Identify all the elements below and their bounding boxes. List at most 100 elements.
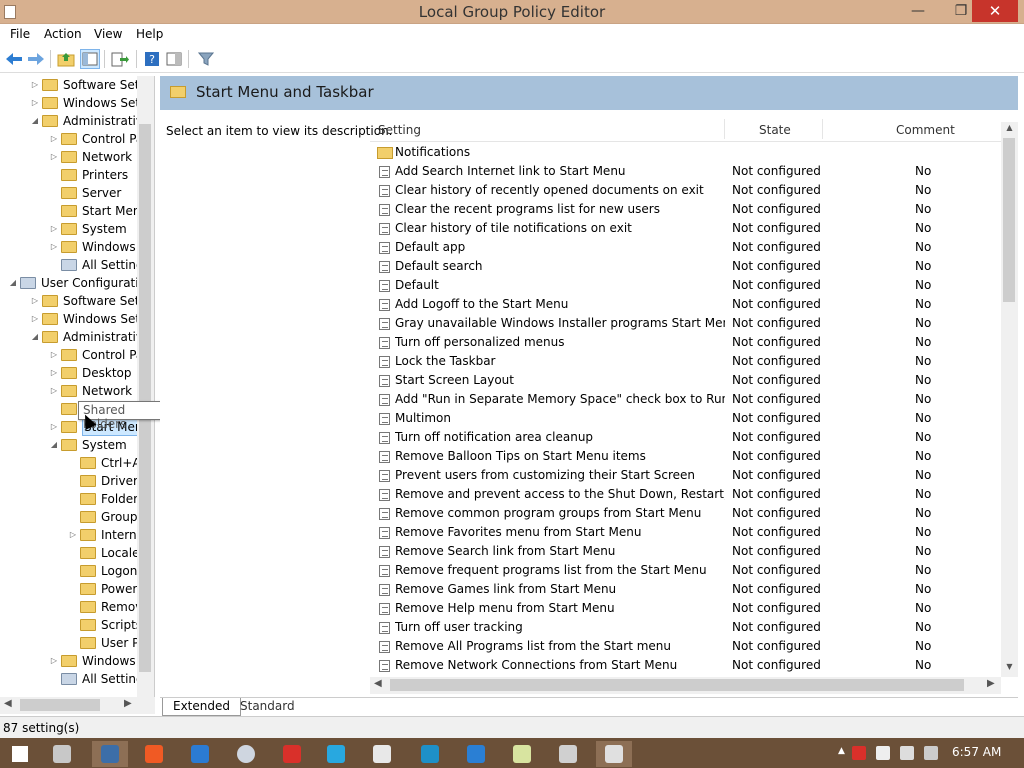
tree-item[interactable]: Start Menu	[0, 202, 148, 220]
folder-row[interactable]: Notifications	[370, 143, 1000, 162]
tray-volume-icon[interactable]	[924, 746, 938, 760]
tree-item[interactable]: User Pr	[0, 634, 144, 652]
show-hide-tree-icon[interactable]	[80, 49, 100, 69]
globe-app-icon[interactable]	[228, 741, 264, 767]
setting-row[interactable]: Turn off user tracking Not configured No	[370, 618, 1000, 637]
tree-item[interactable]: ▷ Windows	[0, 238, 137, 256]
close-button[interactable]: ✕	[972, 0, 1018, 22]
setting-row[interactable]: Remove Balloon Tips on Start Menu items N…	[370, 447, 1000, 466]
up-folder-icon[interactable]	[56, 49, 76, 69]
tree-item[interactable]: Driver	[0, 472, 138, 490]
setting-row[interactable]: Remove and prevent access to the Shut Do…	[370, 485, 1000, 504]
collapsed-arrow-icon[interactable]: ▷	[68, 526, 78, 544]
expanded-arrow-icon[interactable]: ◢	[49, 436, 59, 454]
tree-item[interactable]: ◢ Administrative	[0, 112, 150, 130]
column-comment[interactable]: Comment	[896, 123, 955, 137]
menu-action[interactable]: Action	[44, 27, 82, 41]
setting-row[interactable]: Multimon Not configured No	[370, 409, 1000, 428]
window-app-icon[interactable]	[550, 741, 586, 767]
tree-item[interactable]: ◢ Administrative	[0, 328, 150, 346]
tree-item[interactable]: ▷ Control Pa	[0, 130, 143, 148]
setting-row[interactable]: Start Screen Layout Not configured No	[370, 371, 1000, 390]
navigation-tree[interactable]: ▷ Software Setti ▷ Windows Sett ◢ Administrat…	[0, 76, 155, 698]
brave-browser-icon[interactable]	[136, 741, 172, 767]
tray-network-icon[interactable]	[900, 746, 914, 760]
setting-row[interactable]: Default search Not configured No	[370, 257, 1000, 276]
setting-row[interactable]: Remove Games link from Start Menu Not con…	[370, 580, 1000, 599]
expanded-arrow-icon[interactable]: ◢	[8, 274, 18, 292]
menu-file[interactable]: File	[10, 27, 30, 41]
menu-view[interactable]: View	[94, 27, 122, 41]
setting-row[interactable]: Clear the recent programs list for new u…	[370, 200, 1000, 219]
expanded-arrow-icon[interactable]: ◢	[30, 328, 40, 346]
scroll-left-icon[interactable]: ◀	[4, 698, 12, 709]
internet-explorer-icon[interactable]	[458, 741, 494, 767]
tree-item[interactable]: ▷ System	[0, 220, 137, 238]
collapsed-arrow-icon[interactable]: ▷	[49, 346, 59, 364]
setting-row[interactable]: Clear history of tile notifications on e…	[370, 219, 1000, 238]
desktop-app-icon[interactable]	[92, 741, 128, 767]
tree-item[interactable]: ◢ User Configuratio	[0, 274, 146, 292]
collapsed-arrow-icon[interactable]: ▷	[49, 364, 59, 382]
setting-row[interactable]: Remove All Programs list from the Start …	[370, 637, 1000, 656]
tree-item[interactable]: Scripts	[0, 616, 142, 634]
setting-row[interactable]: Add Search Internet link to Start Menu No…	[370, 162, 1000, 181]
list-horizontal-scrollbar[interactable]: ◀ ▶	[370, 677, 1001, 694]
bird-app-icon[interactable]	[318, 741, 354, 767]
tree-item[interactable]: ▷ Windows Sett	[0, 310, 145, 328]
list-hscroll-thumb[interactable]	[390, 679, 964, 691]
back-arrow-icon[interactable]	[4, 49, 24, 69]
tree-item[interactable]: Logon	[0, 562, 137, 580]
setting-row[interactable]: Remove frequent programs list from the S…	[370, 561, 1000, 580]
list-scroll-right-icon[interactable]: ▶	[987, 678, 995, 689]
menu-help[interactable]: Help	[136, 27, 163, 41]
clock[interactable]: 6:57 AM	[952, 745, 1001, 759]
tree-item[interactable]: Folder	[0, 490, 138, 508]
notes-app-icon[interactable]	[504, 741, 540, 767]
tree-item[interactable]: ▷ Network	[0, 382, 137, 400]
scroll-right-icon[interactable]: ▶	[124, 698, 132, 709]
filter-icon[interactable]	[196, 49, 216, 69]
tree-item[interactable]: ▷ Network	[0, 148, 137, 166]
setting-row[interactable]: Remove common program groups from Start …	[370, 504, 1000, 523]
policy-editor-icon[interactable]	[596, 741, 632, 767]
setting-row[interactable]: Remove Help menu from Start Menu Not conf…	[370, 599, 1000, 618]
collapsed-arrow-icon[interactable]: ▷	[49, 652, 59, 670]
list-scroll-thumb[interactable]	[1003, 138, 1015, 302]
scroll-up-icon[interactable]: ▲	[1001, 123, 1018, 137]
collapsed-arrow-icon[interactable]: ▷	[30, 76, 40, 94]
collapsed-arrow-icon[interactable]: ▷	[49, 382, 59, 400]
tree-vertical-scrollbar[interactable]	[137, 76, 154, 698]
tree-item[interactable]: ▷ Interne	[0, 526, 144, 544]
collapsed-arrow-icon[interactable]: ▷	[49, 148, 59, 166]
tree-item[interactable]: Group	[0, 508, 138, 526]
tree-item[interactable]: Locale	[0, 544, 139, 562]
export-list-icon[interactable]	[110, 49, 130, 69]
setting-row[interactable]: Remove Search link from Start Menu Not co…	[370, 542, 1000, 561]
tree-scroll-thumb[interactable]	[139, 124, 151, 672]
collapsed-arrow-icon[interactable]: ▷	[30, 310, 40, 328]
tree-item[interactable]: Ctrl+A	[0, 454, 141, 472]
setting-row[interactable]: Prevent users from customizing their Sta…	[370, 466, 1000, 485]
tiles-app-icon[interactable]	[412, 741, 448, 767]
tree-item[interactable]: ▷ Windows	[0, 652, 137, 670]
setting-row[interactable]: Gray unavailable Windows Installer progr…	[370, 314, 1000, 333]
setting-row[interactable]: Add Logoff to the Start Menu Not configur…	[370, 295, 1000, 314]
list-scroll-left-icon[interactable]: ◀	[374, 678, 382, 689]
setting-row[interactable]: Default Not configured No	[370, 276, 1000, 295]
tree-item[interactable]: ▷ Windows Sett	[0, 94, 145, 112]
setting-row[interactable]: Turn off notification area cleanup Not co…	[370, 428, 1000, 447]
tab-standard[interactable]: Standard	[230, 698, 305, 716]
tray-antivirus-icon[interactable]	[852, 746, 866, 760]
collapsed-arrow-icon[interactable]: ▷	[30, 94, 40, 112]
tray-overflow-icon[interactable]: ▲	[838, 746, 852, 760]
properties-pane-icon[interactable]	[164, 49, 184, 69]
collapsed-arrow-icon[interactable]: ▷	[49, 418, 59, 436]
setting-row[interactable]: Default app Not configured No	[370, 238, 1000, 257]
tree-item[interactable]: All Setting	[0, 670, 144, 688]
vivaldi-browser-icon[interactable]	[274, 741, 310, 767]
film-app-icon[interactable]	[44, 741, 80, 767]
clapper-app-icon[interactable]	[364, 741, 400, 767]
tree-item[interactable]: Server	[0, 184, 137, 202]
tree-item[interactable]: ▷ Software Setti	[0, 292, 148, 310]
